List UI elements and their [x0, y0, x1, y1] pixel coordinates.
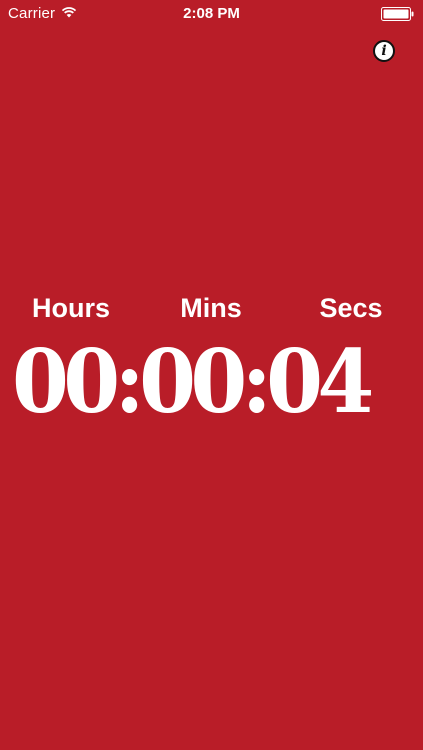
battery-icon [381, 7, 415, 21]
status-bar: Carrier 2:08 PM [0, 0, 423, 30]
unit-labels: Hours Mins Secs [0, 293, 423, 329]
secs-label: Secs [319, 293, 383, 323]
hours-label: Hours [31, 293, 110, 323]
mins-label: Mins [180, 293, 242, 323]
info-button[interactable]: i [373, 40, 395, 62]
timer-display: 00:00:04 [12, 330, 374, 433]
info-icon: i [381, 43, 387, 59]
status-time: 2:08 PM [183, 5, 240, 22]
